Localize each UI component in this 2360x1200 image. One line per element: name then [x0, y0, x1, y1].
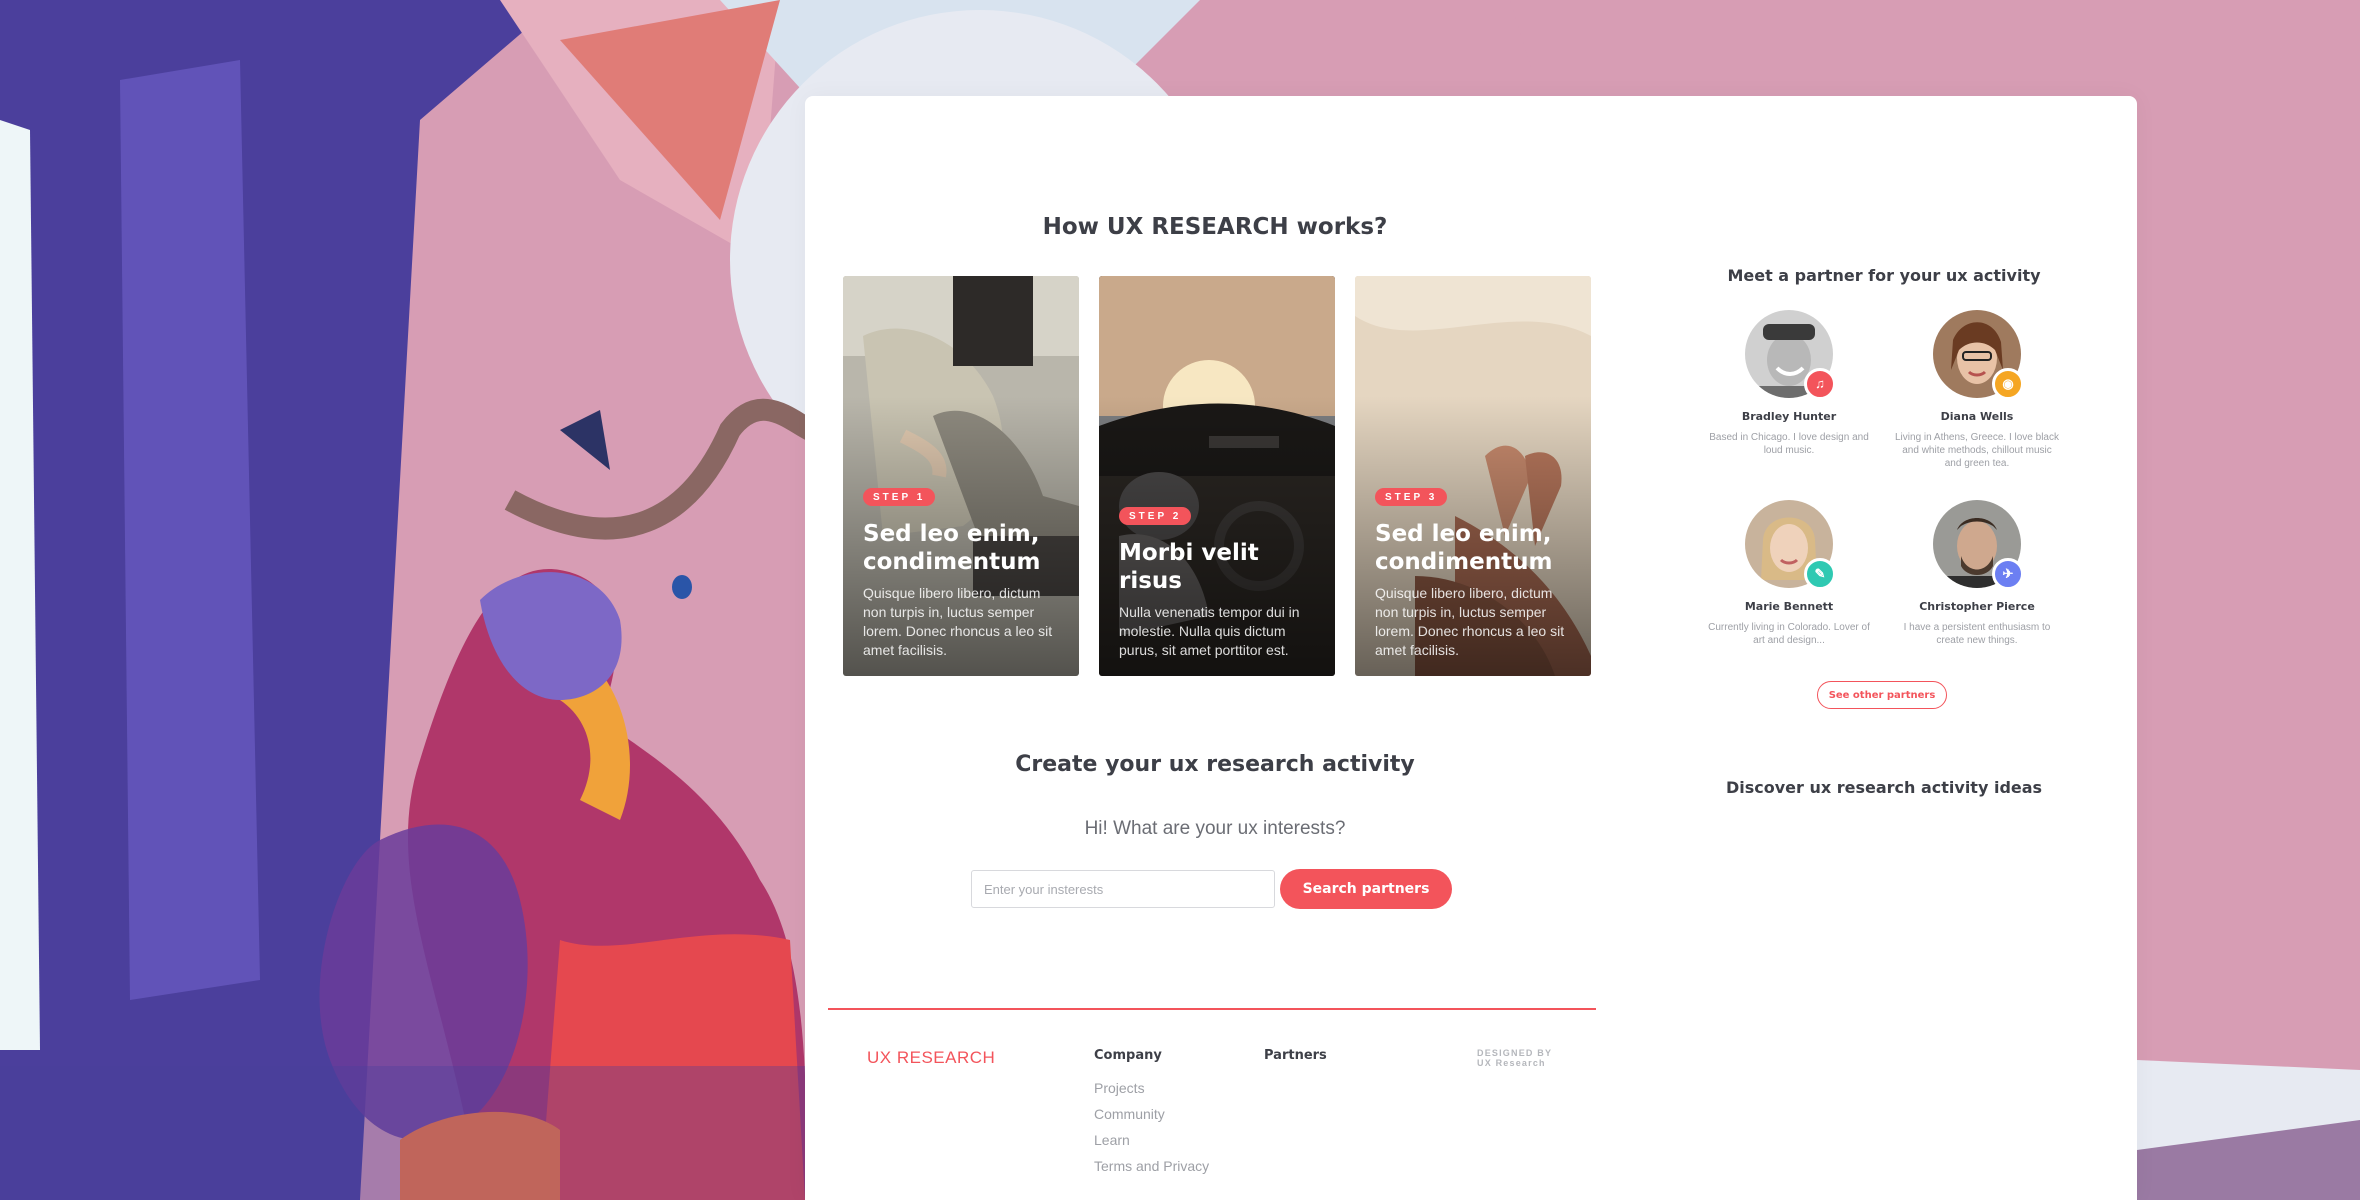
- partner-card-marie[interactable]: ✎ Marie Bennett Currently living in Colo…: [1699, 500, 1879, 647]
- footer-company-links: Projects Community Learn Terms and Priva…: [1094, 1075, 1209, 1179]
- avatar[interactable]: ♫: [1745, 310, 1836, 400]
- designed-by-name: UX Research: [1477, 1058, 1546, 1068]
- step-card-3[interactable]: STEP 3 Sed leo enim, condimentum Quisque…: [1355, 276, 1591, 676]
- footer-divider: [828, 1008, 1596, 1010]
- avatar[interactable]: ◉: [1933, 310, 2024, 400]
- footer-company-title: Company: [1094, 1048, 1162, 1063]
- interests-input[interactable]: [971, 870, 1275, 908]
- partner-card-christopher[interactable]: ✈ Christopher Pierce I have a persistent…: [1887, 500, 2067, 647]
- airplane-icon: ✈: [1992, 558, 2024, 590]
- footer-link-community[interactable]: Community: [1094, 1101, 1209, 1127]
- step-2-text: Nulla venenatis tempor dui in molestie. …: [1119, 604, 1300, 658]
- step-2-badge: STEP 2: [1119, 507, 1192, 525]
- step-3-text: Quisque libero libero, dictum non turpis…: [1375, 585, 1565, 658]
- step-2-title: Morbi velit risus: [1119, 540, 1259, 594]
- partners-title: Meet a partner for your ux activity: [1727, 266, 2041, 285]
- interests-question: Hi! What are your ux interests?: [1084, 818, 1346, 839]
- partner-bio: Currently living in Colorado. Lover of a…: [1708, 622, 1870, 646]
- avatar[interactable]: ✈: [1933, 500, 2024, 590]
- partner-card-bradley[interactable]: ♫ Bradley Hunter Based in Chicago. I lov…: [1699, 310, 1879, 457]
- step-1-content: STEP 1 Sed leo enim, condimentum Quisque…: [863, 487, 1063, 660]
- footer-link-terms[interactable]: Terms and Privacy: [1094, 1153, 1209, 1179]
- step-1-title: Sed leo enim, condimentum: [863, 521, 1041, 575]
- footer-link-learn[interactable]: Learn: [1094, 1127, 1209, 1153]
- partner-bio: Living in Athens, Greece. I love black a…: [1895, 432, 2059, 469]
- partner-name[interactable]: Bradley Hunter: [1699, 410, 1879, 423]
- pencil-icon: ✎: [1804, 558, 1836, 590]
- camera-icon: ◉: [1992, 368, 2024, 400]
- avatar[interactable]: ✎: [1745, 500, 1836, 590]
- create-activity-title: Create your ux research activity: [1015, 752, 1415, 777]
- partner-name[interactable]: Marie Bennett: [1699, 600, 1879, 613]
- how-it-works-title: How UX RESEARCH works?: [1042, 214, 1388, 240]
- search-partners-button[interactable]: Search partners: [1280, 869, 1452, 909]
- footer-link-projects[interactable]: Projects: [1094, 1075, 1209, 1101]
- step-card-1[interactable]: STEP 1 Sed leo enim, condimentum Quisque…: [843, 276, 1079, 676]
- see-other-partners-button[interactable]: See other partners: [1817, 681, 1947, 709]
- partner-bio: Based in Chicago. I love design and loud…: [1709, 432, 1869, 456]
- designed-by: DESIGNED BY UX Research: [1477, 1048, 1552, 1068]
- footer-brand[interactable]: UX RESEARCH: [867, 1048, 995, 1068]
- main-panel: How UX RESEARCH works? STEP 1 Sed leo en…: [805, 96, 2137, 1200]
- step-3-title: Sed leo enim, condimentum: [1375, 521, 1553, 575]
- partner-card-diana[interactable]: ◉ Diana Wells Living in Athens, Greece. …: [1887, 310, 2067, 470]
- discover-ideas-title: Discover ux research activity ideas: [1725, 778, 2043, 797]
- step-1-text: Quisque libero libero, dictum non turpis…: [863, 585, 1053, 658]
- step-card-2[interactable]: STEP 2 Morbi velit risus Nulla venenatis…: [1099, 276, 1335, 676]
- partner-name[interactable]: Diana Wells: [1887, 410, 2067, 423]
- step-1-badge: STEP 1: [863, 488, 936, 506]
- music-note-icon: ♫: [1804, 368, 1836, 400]
- designed-by-label: DESIGNED BY: [1477, 1048, 1553, 1058]
- step-3-content: STEP 3 Sed leo enim, condimentum Quisque…: [1375, 487, 1575, 660]
- step-2-content: STEP 2 Morbi velit risus Nulla venenatis…: [1119, 506, 1319, 660]
- footer-partners-title[interactable]: Partners: [1264, 1048, 1327, 1063]
- step-3-badge: STEP 3: [1375, 488, 1448, 506]
- partner-name[interactable]: Christopher Pierce: [1887, 600, 2067, 613]
- partner-bio: I have a persistent enthusiasm to create…: [1903, 622, 2051, 646]
